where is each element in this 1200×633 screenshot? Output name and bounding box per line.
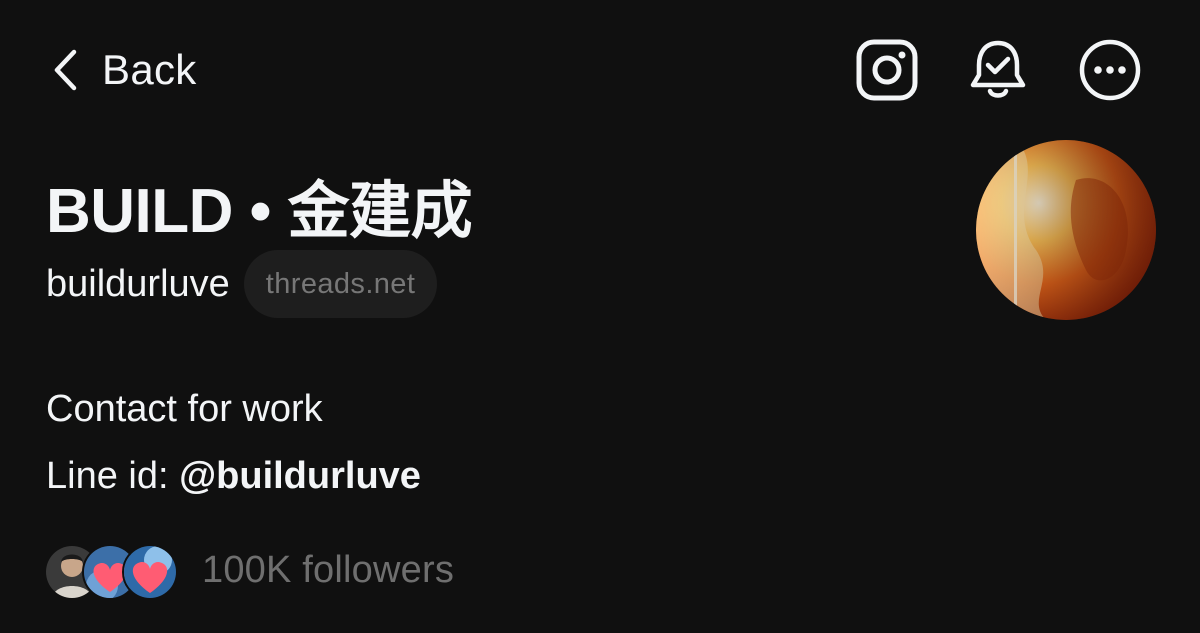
instagram-icon <box>856 39 918 101</box>
notification-bell-icon <box>968 39 1028 101</box>
bio-line-2-prefix: Line id: <box>46 455 180 497</box>
profile-display-name: BUILD • 金建成 <box>46 177 473 246</box>
bio-line-1: Contact for work <box>46 388 323 430</box>
more-options-icon <box>1079 39 1141 101</box>
follower-avatars <box>44 542 178 600</box>
followers-count: 100K followers <box>202 548 455 591</box>
chevron-left-icon <box>52 48 78 92</box>
profile-bio: Contact for work Line id: @buildurluve <box>46 376 421 510</box>
bio-line-2: Line id: @buildurluve <box>46 443 421 510</box>
back-label: Back <box>102 46 197 93</box>
top-navigation-bar: Back <box>0 0 1200 140</box>
followers-row[interactable]: 100K followers <box>44 540 454 600</box>
back-button[interactable]: Back <box>52 44 197 96</box>
username-row: buildurluve threads.net <box>46 250 438 318</box>
more-options-button[interactable] <box>1078 38 1142 102</box>
instagram-button[interactable] <box>855 38 919 102</box>
profile-avatar[interactable] <box>976 140 1156 320</box>
follower-avatar <box>122 544 178 600</box>
notifications-button[interactable] <box>966 38 1030 102</box>
profile-username: buildurluve <box>46 262 230 305</box>
threads-domain-badge[interactable]: threads.net <box>243 250 438 318</box>
bio-mention-link[interactable]: @buildurluve <box>179 455 421 497</box>
